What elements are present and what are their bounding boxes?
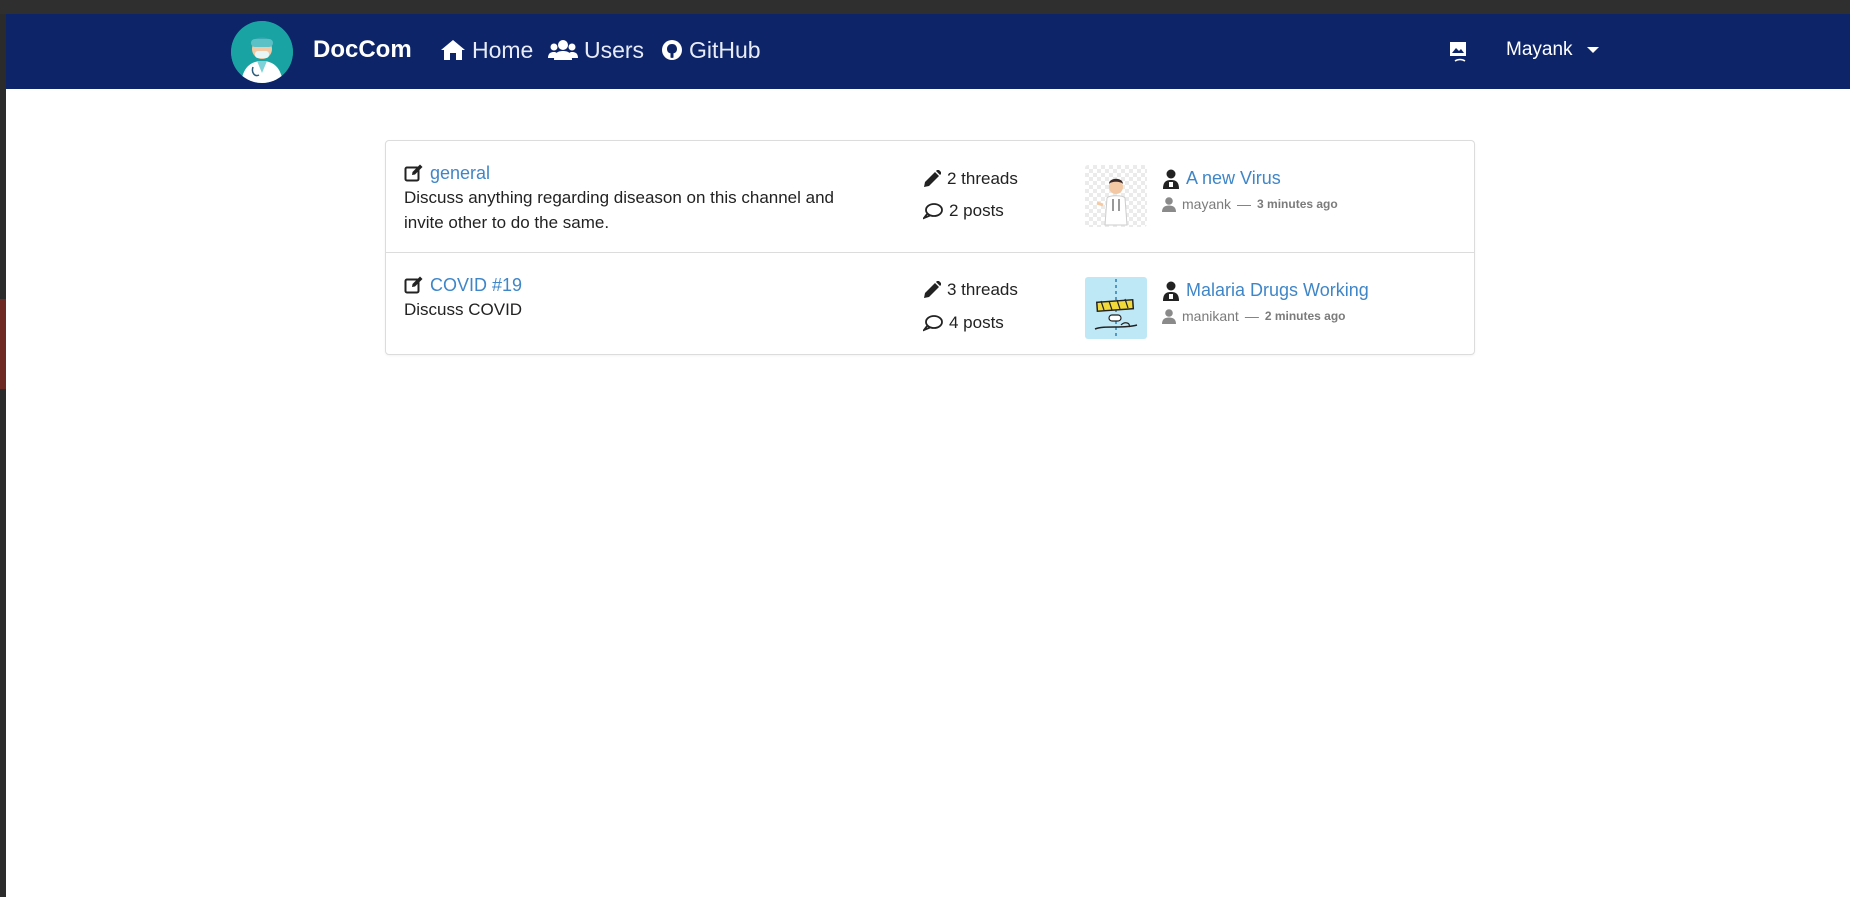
channel-row: COVID #19 Discuss COVID 3 threads 4 post…: [386, 253, 1474, 355]
user-doctor-icon: [1163, 281, 1179, 301]
author-name[interactable]: manikant: [1182, 308, 1239, 324]
background-accent: [0, 299, 6, 389]
user-doctor-icon: [1163, 169, 1179, 189]
window-left-border: [0, 14, 6, 897]
home-icon: [441, 40, 465, 60]
broken-image-icon: [1450, 42, 1466, 62]
window-top-border: [0, 0, 1850, 14]
post-count: 4 posts: [923, 313, 1004, 333]
medicine-thumbnail-icon: [1085, 277, 1147, 339]
doctor-thumbnail-icon: [1085, 165, 1147, 227]
post-count-label: 2 posts: [949, 201, 1004, 220]
thread-count: 2 threads: [923, 169, 1018, 189]
thread-count: 3 threads: [923, 280, 1018, 300]
timestamp: 3 minutes ago: [1257, 197, 1338, 211]
user-icon: [1162, 308, 1176, 324]
channel-description: Discuss COVID: [404, 300, 523, 319]
comment-icon: [923, 203, 943, 220]
nav-github-label: GitHub: [689, 36, 761, 63]
doctor-logo[interactable]: [231, 21, 293, 83]
comment-icon: [923, 315, 943, 332]
channel-description: Discuss anything regarding diseason on t…: [404, 188, 834, 232]
meta-separator: —: [1244, 308, 1259, 324]
pencil-icon: [924, 170, 941, 187]
thread-thumbnail[interactable]: [1085, 165, 1147, 227]
channel-link[interactable]: COVID #19: [430, 275, 522, 296]
last-thread: Malaria Drugs Working: [1162, 280, 1369, 301]
last-thread-meta: manikant — 2 minutes ago: [1162, 308, 1346, 324]
channel-title: general: [404, 163, 490, 184]
doctor-avatar-icon: [231, 21, 293, 83]
caret-down-icon: [1586, 47, 1599, 53]
brand-name[interactable]: DocCom: [313, 34, 412, 66]
edit-icon: [404, 276, 423, 294]
last-thread-meta: mayank — 3 minutes ago: [1162, 196, 1338, 212]
nav-users-label: Users: [584, 36, 645, 63]
post-count-label: 4 posts: [949, 313, 1004, 332]
github-icon: [662, 40, 682, 60]
pencil-icon: [924, 281, 941, 298]
thread-count-label: 2 threads: [947, 169, 1018, 188]
user-name: Mayank: [1506, 39, 1573, 60]
meta-separator: —: [1237, 196, 1252, 212]
last-thread-link[interactable]: Malaria Drugs Working: [1186, 280, 1369, 301]
user-avatar[interactable]: [1449, 41, 1469, 63]
channel-link[interactable]: general: [430, 163, 490, 184]
channel-row: general Discuss anything regarding disea…: [386, 141, 1474, 253]
nav-home-label: Home: [472, 36, 534, 63]
nav-home-link[interactable]: Home: [440, 34, 533, 66]
channel-title: COVID #19: [404, 275, 522, 296]
top-navbar: DocCom Home Users GitHub Mayank: [6, 14, 1850, 89]
user-icon: [1162, 196, 1176, 212]
author-name[interactable]: mayank: [1182, 196, 1231, 212]
channel-list: general Discuss anything regarding disea…: [385, 140, 1475, 355]
users-icon: [548, 40, 578, 60]
nav-github-link[interactable]: GitHub: [661, 34, 761, 66]
thread-thumbnail[interactable]: [1085, 277, 1147, 339]
post-count: 2 posts: [923, 201, 1004, 221]
last-thread-link[interactable]: A new Virus: [1186, 168, 1281, 189]
timestamp: 2 minutes ago: [1264, 309, 1346, 323]
user-menu-dropdown[interactable]: Mayank: [1506, 34, 1599, 66]
edit-icon: [404, 164, 423, 182]
thread-count-label: 3 threads: [947, 280, 1018, 299]
nav-users-link[interactable]: Users: [548, 34, 644, 66]
last-thread: A new Virus: [1162, 168, 1281, 189]
